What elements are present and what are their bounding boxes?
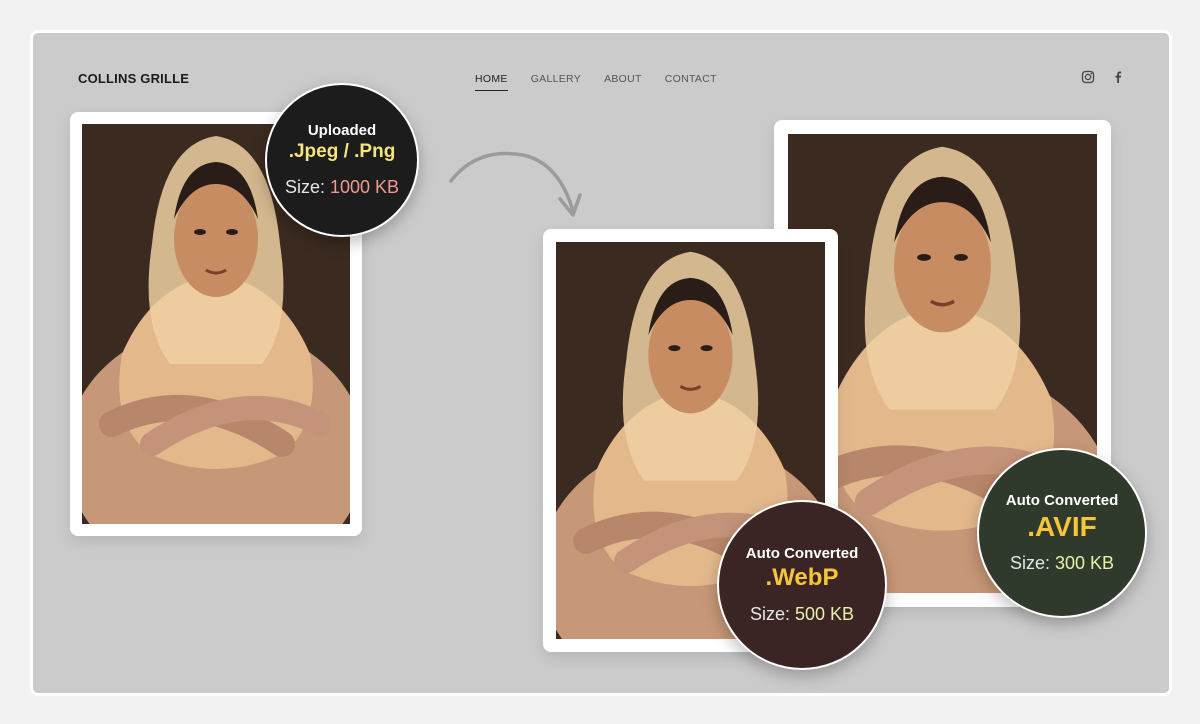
conversion-arrow-icon xyxy=(449,151,582,217)
webp-size-label: Size: xyxy=(749,604,790,624)
uploaded-size-value: 1000 KB xyxy=(329,177,400,197)
instagram-icon[interactable] xyxy=(1081,70,1095,84)
nav-home[interactable]: HOME xyxy=(475,73,508,91)
webp-format: .WebP xyxy=(765,564,839,591)
avif-size: Size: 300 KB xyxy=(1010,553,1114,574)
website-preview-frame: COLLINS GRILLE HOME GALLERY ABOUT CONTAC… xyxy=(30,30,1172,696)
avif-size-value: 300 KB xyxy=(1055,553,1115,573)
nav-contact[interactable]: CONTACT xyxy=(665,73,717,91)
uploaded-label: Uploaded xyxy=(307,122,377,139)
webp-size-value: 500 KB xyxy=(795,604,855,624)
uploaded-format: .Jpeg / .Png xyxy=(288,141,396,162)
site-brand[interactable]: COLLINS GRILLE xyxy=(78,71,189,86)
avif-format: .AVIF xyxy=(1027,511,1097,542)
nav-gallery[interactable]: GALLERY xyxy=(531,73,581,91)
avif-label: Auto Converted xyxy=(1005,492,1119,509)
uploaded-badge: Uploaded .Jpeg / .Png Size: 1000 KB xyxy=(265,83,419,237)
webp-size: Size: 500 KB xyxy=(750,604,854,625)
uploaded-size-label: Size: xyxy=(284,177,325,197)
webp-label: Auto Converted xyxy=(745,545,859,562)
avif-size-label: Size: xyxy=(1009,553,1050,573)
facebook-icon[interactable] xyxy=(1111,70,1125,84)
main-nav: HOME GALLERY ABOUT CONTACT xyxy=(475,73,717,91)
avif-badge: Auto Converted .AVIF Size: 300 KB xyxy=(977,448,1147,618)
webp-badge: Auto Converted .WebP Size: 500 KB xyxy=(717,500,887,670)
nav-about[interactable]: ABOUT xyxy=(604,73,642,91)
social-links xyxy=(1081,70,1125,84)
uploaded-size: Size: 1000 KB xyxy=(285,177,399,198)
